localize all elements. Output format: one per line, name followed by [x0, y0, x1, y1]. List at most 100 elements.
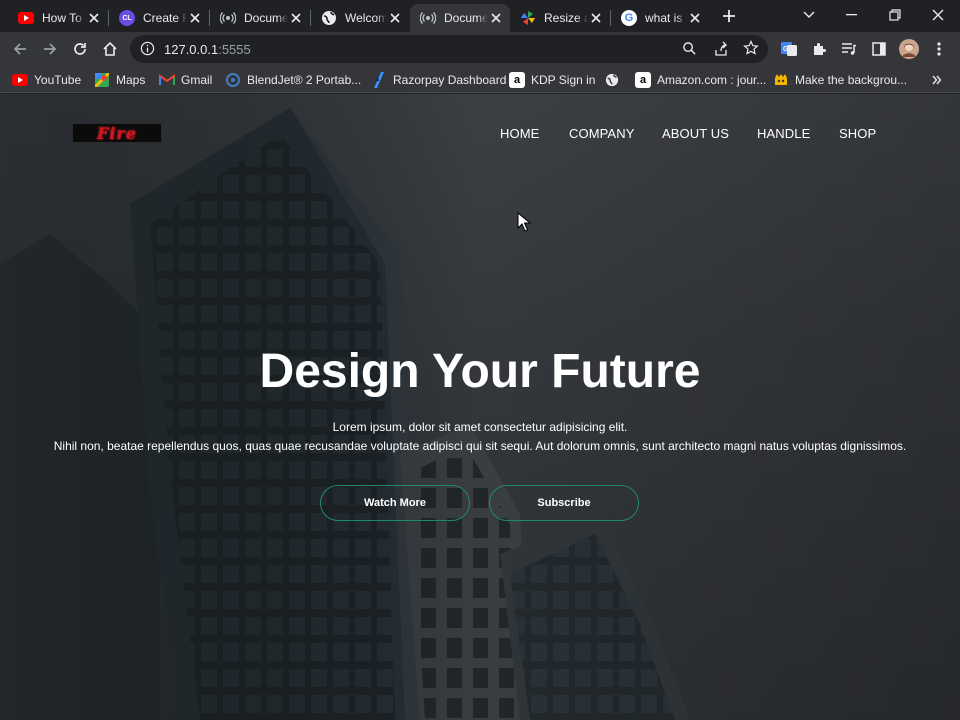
minimize-button[interactable] — [830, 0, 874, 30]
tab-title: Resize a — [544, 11, 588, 25]
broadcast-icon — [220, 10, 236, 26]
url-host: 127.0.0.1 — [164, 42, 219, 57]
bookmark-label: YouTube — [34, 73, 82, 87]
bookmark-removebg[interactable]: Make the backgrou... — [773, 70, 907, 90]
close-tab-icon[interactable] — [187, 10, 203, 26]
bookmarks-overflow-button[interactable] — [932, 70, 942, 90]
close-icon — [932, 9, 944, 21]
globe-icon — [604, 72, 620, 88]
hero-subtitle-line-1: Lorem ipsum, dolor sit amet consectetur … — [332, 420, 628, 434]
url-text: 127.0.0.1:5555 — [164, 42, 251, 57]
translate-extension-button[interactable]: G — [777, 37, 801, 61]
info-icon[interactable] — [140, 41, 155, 61]
kebab-menu-icon — [937, 42, 941, 56]
browser-tab[interactable]: G what is — [611, 4, 709, 32]
browser-tab[interactable]: Resize a — [510, 4, 610, 32]
nav-home[interactable]: HOME — [500, 126, 539, 141]
watch-more-button[interactable]: Watch More — [320, 485, 470, 521]
media-queue-button[interactable] — [837, 37, 861, 61]
bookmarks-bar: YouTube Maps Gmail BlendJet® 2 Portab...… — [0, 66, 960, 93]
bookmark-maps[interactable]: Maps — [94, 70, 145, 90]
star-icon[interactable] — [743, 40, 759, 61]
new-tab-button[interactable] — [718, 5, 740, 27]
bookmark-label: KDP Sign in — [531, 73, 596, 87]
address-bar[interactable]: 127.0.0.1:5555 — [130, 35, 768, 63]
browser-toolbar: 127.0.0.1:5555 G — [0, 32, 960, 66]
nav-shop[interactable]: SHOP — [839, 126, 876, 141]
bookmark-amazon[interactable]: a Amazon.com : jour... — [635, 70, 766, 90]
bookmark-label: Gmail — [181, 73, 213, 87]
url-port: :5555 — [218, 42, 251, 57]
tab-search-button[interactable] — [787, 0, 831, 30]
close-tab-icon[interactable] — [488, 10, 504, 26]
playlist-icon — [842, 43, 857, 55]
mouse-cursor-icon — [517, 212, 531, 232]
remove-bg-icon — [773, 72, 789, 88]
minimize-icon — [846, 14, 857, 16]
reload-button[interactable] — [68, 37, 92, 61]
double-chevron-right-icon — [932, 75, 942, 85]
arrow-right-icon — [44, 43, 57, 55]
bookmark-blendjet[interactable]: BlendJet® 2 Portab... — [225, 70, 361, 90]
zoom-search-icon[interactable] — [682, 41, 697, 61]
globe-icon — [321, 10, 337, 26]
back-button[interactable] — [8, 37, 32, 61]
menu-button[interactable] — [927, 37, 951, 61]
bookmark-label: BlendJet® 2 Portab... — [247, 73, 362, 87]
amazon-icon: a — [509, 72, 525, 88]
bookmark-label: Make the backgrou... — [795, 73, 908, 87]
nav-company[interactable]: COMPANY — [569, 126, 634, 141]
google-translate-icon: G — [781, 42, 797, 56]
side-panel-button[interactable] — [867, 37, 891, 61]
bookmark-gmail[interactable]: Gmail — [159, 70, 212, 90]
blendjet-icon — [225, 72, 241, 88]
browser-tab[interactable]: Document — [210, 4, 310, 32]
reload-icon — [74, 43, 86, 55]
tab-title: Welcome — [345, 11, 387, 25]
bookmark-youtube[interactable]: YouTube — [12, 70, 81, 90]
bookmark-globe[interactable] — [604, 70, 626, 90]
home-button[interactable] — [98, 37, 122, 61]
forward-button[interactable] — [38, 37, 62, 61]
close-tab-icon[interactable] — [588, 10, 604, 26]
hero-subtitle-line-2: Nihil non, beatae repellendus quos, quas… — [53, 439, 907, 453]
browser-tab[interactable]: How To — [8, 4, 108, 32]
amazon-icon: a — [635, 72, 651, 88]
close-window-button[interactable] — [916, 0, 960, 30]
tab-title: Document — [444, 11, 488, 25]
tab-title: what is — [645, 11, 683, 25]
razorpay-icon — [371, 72, 387, 88]
share-icon[interactable] — [713, 41, 729, 62]
site-logo[interactable]: Fire — [72, 123, 162, 143]
hero-title: Design Your Future — [259, 345, 701, 398]
pinwheel-icon — [520, 10, 536, 26]
browser-tab-active[interactable]: Document — [410, 4, 510, 32]
close-tab-icon[interactable] — [86, 10, 102, 26]
nav-about-us[interactable]: ABOUT US — [662, 126, 729, 141]
youtube-icon — [18, 10, 34, 26]
close-tab-icon[interactable] — [288, 10, 304, 26]
close-tab-icon[interactable] — [387, 10, 403, 26]
cl-icon: CL — [119, 10, 135, 26]
subscribe-button[interactable]: Subscribe — [489, 485, 639, 521]
bookmark-kdp[interactable]: a KDP Sign in — [509, 70, 595, 90]
browser-tab[interactable]: Welcome — [311, 4, 409, 32]
browser-tab[interactable]: CL Create F — [109, 4, 209, 32]
tab-title: Create F — [143, 11, 187, 25]
extensions-button[interactable] — [807, 37, 831, 61]
building-background-image — [0, 94, 960, 720]
nav-handle[interactable]: HANDLE — [757, 126, 810, 141]
home-icon — [103, 41, 117, 56]
arrow-left-icon — [13, 43, 26, 55]
broadcast-icon — [420, 10, 436, 26]
restore-button[interactable] — [873, 0, 917, 30]
bookmark-label: Amazon.com : jour... — [657, 73, 767, 87]
close-tab-icon[interactable] — [687, 10, 703, 26]
chevron-down-icon — [803, 11, 815, 18]
profile-avatar[interactable] — [897, 37, 921, 61]
bookmark-label: Razorpay Dashboard — [393, 73, 507, 87]
side-panel-icon — [872, 42, 886, 56]
logo-text: Fire — [96, 123, 138, 143]
tab-strip: How To CL Create F Document Welcome Docu… — [0, 0, 960, 32]
bookmark-razorpay[interactable]: Razorpay Dashboard — [371, 70, 506, 90]
